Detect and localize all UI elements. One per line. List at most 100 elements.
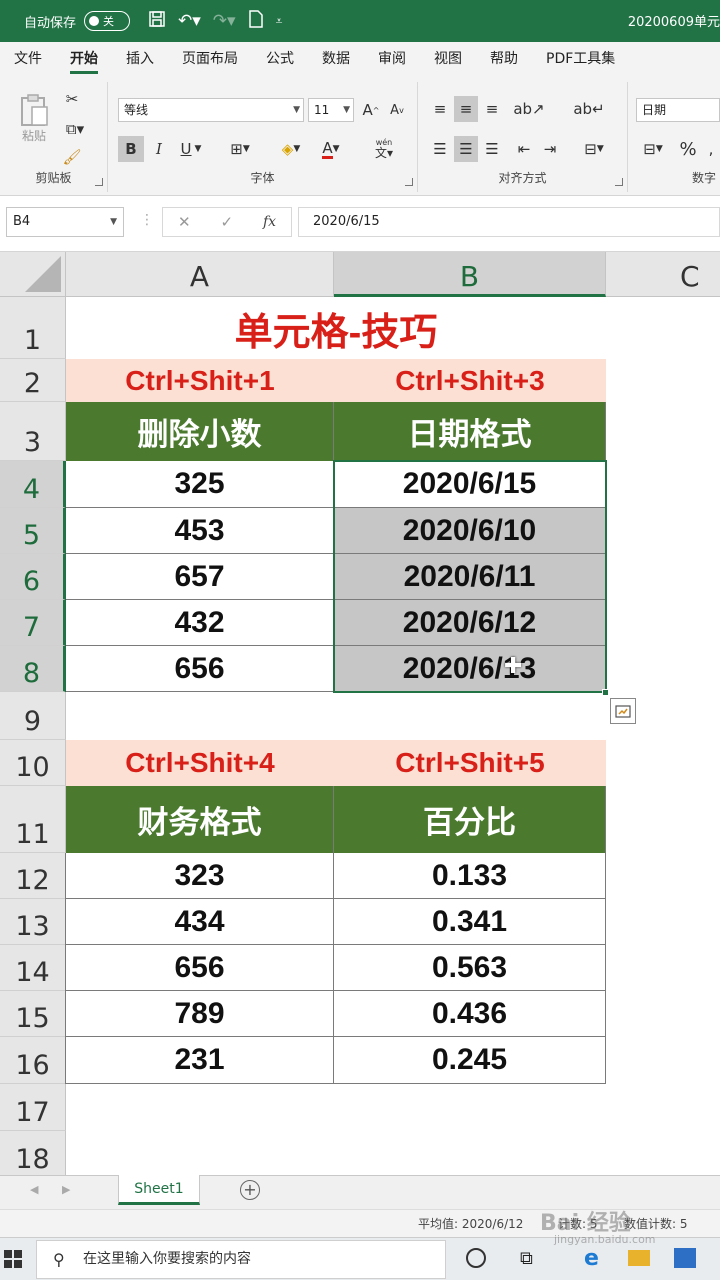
percent-style-button[interactable]: % <box>676 136 700 162</box>
align-left-icon[interactable]: ☰ <box>428 136 452 162</box>
row-header[interactable]: 1 <box>0 297 66 359</box>
header-cell-a11[interactable]: 财务格式 <box>66 786 334 853</box>
table-cell[interactable]: 453 <box>66 508 334 554</box>
table-cell[interactable]: 0.133 <box>334 853 606 899</box>
new-file-icon[interactable] <box>248 9 264 33</box>
format-painter-icon[interactable]: 🖌 <box>60 146 84 168</box>
table-cell[interactable]: 656 <box>66 945 334 991</box>
tab-formulas[interactable]: 公式 <box>252 42 308 76</box>
select-all-button[interactable] <box>0 252 66 297</box>
enter-icon[interactable]: ✓ <box>220 213 233 231</box>
table-cell[interactable]: 789 <box>66 991 334 1037</box>
table-cell[interactable]: 432 <box>66 600 334 646</box>
taskbar-search-input[interactable]: ⚲ 在这里输入你要搜索的内容 <box>36 1240 446 1279</box>
row-header[interactable]: 10 <box>0 740 66 786</box>
scroll-right-icon[interactable]: ▶ <box>62 1183 70 1196</box>
fill-handle[interactable] <box>602 689 609 696</box>
row-header[interactable]: 13 <box>0 899 66 945</box>
tab-pdf-tools[interactable]: PDF工具集 <box>532 42 629 76</box>
column-header-c[interactable]: C <box>606 252 720 297</box>
column-header-b[interactable]: B <box>334 252 606 297</box>
add-sheet-icon[interactable]: + <box>240 1180 260 1200</box>
bold-button[interactable]: B <box>118 136 144 162</box>
header-cell-b11[interactable]: 百分比 <box>334 786 606 853</box>
customize-qat-icon[interactable]: ⩡ <box>276 14 283 29</box>
header-cell-a3[interactable]: 删除小数 <box>66 402 334 461</box>
task-view-icon[interactable]: ⧉ <box>520 1248 533 1269</box>
row-header[interactable]: 6 <box>0 554 66 600</box>
copy-icon[interactable]: ⧉▾ <box>60 118 90 140</box>
scroll-left-icon[interactable]: ◀ <box>30 1183 38 1196</box>
shortcut-cell-b10[interactable]: Ctrl+Shit+5 <box>334 740 606 786</box>
orientation-icon[interactable]: ab↗ <box>512 96 546 122</box>
table-cell[interactable]: 657 <box>66 554 334 600</box>
cancel-icon[interactable]: ✕ <box>178 213 191 231</box>
title-cell[interactable]: 单元格-技巧 <box>66 297 606 359</box>
tab-insert[interactable]: 插入 <box>112 42 168 76</box>
undo-icon[interactable]: ↶▾ <box>178 11 201 31</box>
font-name-select[interactable]: 等线 ▼ <box>118 98 304 122</box>
shortcut-cell-a10[interactable]: Ctrl+Shit+4 <box>66 740 334 786</box>
row-header[interactable]: 3 <box>0 402 66 461</box>
tab-data[interactable]: 数据 <box>308 42 364 76</box>
column-header-a[interactable]: A <box>66 252 334 297</box>
font-launcher[interactable] <box>405 178 413 186</box>
phonetic-icon[interactable]: wén 文▾ <box>364 134 404 162</box>
fill-color-icon[interactable]: ◈ ▼ <box>274 136 308 162</box>
table-cell[interactable]: 325 <box>66 461 334 508</box>
row-header[interactable]: 18 <box>0 1131 66 1175</box>
align-right-icon[interactable]: ☰ <box>480 136 504 162</box>
table-cell[interactable]: 0.563 <box>334 945 606 991</box>
redo-icon[interactable]: ↷▾ <box>213 11 236 31</box>
decrease-indent-icon[interactable]: ⇤ <box>512 136 536 162</box>
formula-input[interactable]: 2020/6/15 <box>298 207 720 237</box>
italic-button[interactable]: I <box>148 136 170 162</box>
align-middle-icon[interactable]: ≡ <box>454 96 478 122</box>
row-header[interactable]: 17 <box>0 1084 66 1131</box>
table-cell[interactable]: 0.436 <box>334 991 606 1037</box>
table-cell[interactable]: 434 <box>66 899 334 945</box>
folder-icon[interactable] <box>628 1250 650 1266</box>
row-header[interactable]: 12 <box>0 853 66 899</box>
align-bottom-icon[interactable]: ≡ <box>480 96 504 122</box>
name-box[interactable]: B4 ▼ <box>6 207 124 237</box>
quick-analysis-icon[interactable] <box>610 698 636 724</box>
cut-icon[interactable]: ✂ <box>60 88 84 110</box>
row-header[interactable]: 11 <box>0 786 66 853</box>
row-header[interactable]: 5 <box>0 508 66 554</box>
accounting-format-icon[interactable]: ⊟ ▼ <box>636 136 670 162</box>
clipboard-launcher[interactable] <box>95 178 103 186</box>
edge-icon[interactable]: e <box>584 1246 599 1271</box>
row-header[interactable]: 9 <box>0 692 66 740</box>
tab-file[interactable]: 文件 <box>0 42 56 76</box>
autosave-toggle[interactable]: 关 <box>84 11 131 31</box>
row-header[interactable]: 7 <box>0 600 66 646</box>
tab-review[interactable]: 审阅 <box>364 42 420 76</box>
paste-button[interactable]: 粘贴 <box>14 88 54 148</box>
save-icon[interactable] <box>148 10 166 33</box>
row-header[interactable]: 15 <box>0 991 66 1037</box>
increase-font-icon[interactable]: A ^ <box>360 98 382 122</box>
table-cell[interactable]: 0.341 <box>334 899 606 945</box>
tab-help[interactable]: 帮助 <box>476 42 532 76</box>
sheet-tab-sheet1[interactable]: Sheet1 <box>118 1175 200 1205</box>
insert-function-icon[interactable]: fx <box>263 214 276 230</box>
windows-start-icon[interactable] <box>4 1250 22 1268</box>
align-center-icon[interactable]: ☰ <box>454 136 478 162</box>
row-header[interactable]: 14 <box>0 945 66 991</box>
wrap-text-icon[interactable]: ab↵ <box>573 96 604 122</box>
header-cell-b3[interactable]: 日期格式 <box>334 402 606 461</box>
formula-bar-splitter[interactable]: ⋮ <box>140 212 154 228</box>
decrease-font-icon[interactable]: Av <box>386 98 408 122</box>
store-icon[interactable] <box>674 1248 696 1268</box>
font-size-select[interactable]: 11 ▼ <box>308 98 354 122</box>
table-cell[interactable]: 0.245 <box>334 1037 606 1084</box>
row-header[interactable]: 8 <box>0 646 66 692</box>
shortcut-cell-a2[interactable]: Ctrl+Shit+1 <box>66 359 334 402</box>
cortana-icon[interactable] <box>466 1248 486 1268</box>
table-cell[interactable]: 656 <box>66 646 334 692</box>
align-top-icon[interactable]: ≡ <box>428 96 452 122</box>
number-format-select[interactable]: 日期 <box>636 98 720 122</box>
alignment-launcher[interactable] <box>615 178 623 186</box>
font-color-icon[interactable]: A ▼ <box>314 136 348 162</box>
